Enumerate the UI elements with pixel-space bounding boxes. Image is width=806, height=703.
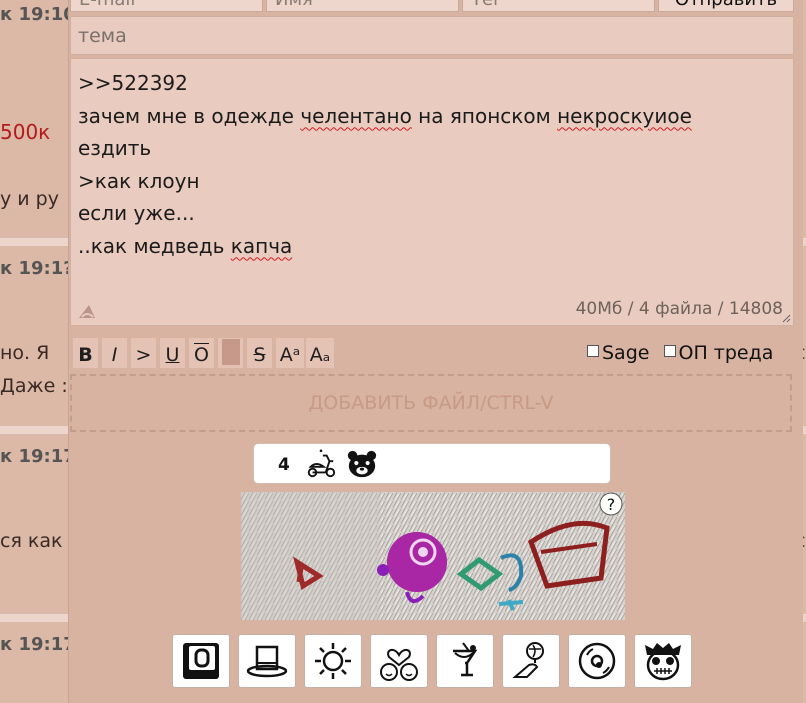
posting-form: E-mail Имя Тег Отправить тема >>522392 з… <box>68 0 803 703</box>
captcha-hint-box: 4 <box>253 443 611 484</box>
superscript-button[interactable]: Aᵃ <box>276 338 304 368</box>
captcha-option-2[interactable] <box>238 634 296 688</box>
captcha-option-4[interactable] <box>370 634 428 688</box>
post-fragment: Даже : <box>0 375 68 397</box>
hand-globe-icon <box>512 642 544 678</box>
post-time: к 19:1? <box>0 258 74 279</box>
name-field[interactable]: Имя <box>266 0 459 12</box>
message-line: если уже... <box>78 201 195 225</box>
top-hat-icon <box>246 645 288 678</box>
top-fields: E-mail Имя Тег Отправить <box>69 0 806 12</box>
skull-monster-icon <box>645 643 681 681</box>
add-file-dropzone[interactable]: ДОБАВИТЬ ФАЙЛ/CTRL-V <box>70 374 792 432</box>
post-fragment: но. Я <box>0 342 50 364</box>
captcha-image: ? <box>241 492 625 620</box>
subject-input[interactable]: тема <box>70 16 794 55</box>
captcha-option-7[interactable] <box>568 634 626 688</box>
scooter-icon <box>307 449 336 478</box>
bear-icon <box>347 450 377 478</box>
post-fragment: 500к <box>0 120 51 144</box>
spoiler-button[interactable] <box>218 338 243 368</box>
disc-icon <box>578 642 616 680</box>
message-line: >>522392 <box>78 71 188 95</box>
post-time: к 19:10 <box>0 4 76 25</box>
file-counter: 40Мб / 4 файла / 14808 <box>575 298 783 319</box>
oekaki-triangle-icon[interactable] <box>77 302 97 322</box>
resize-handle-icon[interactable] <box>781 313 791 323</box>
key-zero-icon <box>183 643 219 679</box>
captcha-remaining: 4 <box>278 455 290 475</box>
post-time: к 19:17 <box>0 446 76 467</box>
italic-button[interactable]: I <box>102 338 127 368</box>
post-time: к 19:17 <box>0 634 76 655</box>
quote-button[interactable]: > <box>131 338 156 368</box>
message-line: зачем мне в одежде челентано на японском… <box>78 103 692 128</box>
overline-button[interactable]: O <box>189 338 214 368</box>
cocktail-icon <box>453 642 478 677</box>
message-line: ..как медведь капча <box>78 233 293 258</box>
post-fragment: ся как <box>0 530 63 552</box>
sage-label: Sage <box>602 342 650 364</box>
underline-button[interactable]: U <box>160 338 185 368</box>
captcha-option-1[interactable] <box>172 634 230 688</box>
message-textarea[interactable]: >>522392 зачем мне в одежде челентано на… <box>70 58 794 326</box>
message-line: >как клоун <box>78 168 200 193</box>
subscript-button[interactable]: Aₐ <box>306 338 334 368</box>
op-label: ОП треда <box>678 342 774 364</box>
captcha-option-3[interactable] <box>304 634 362 688</box>
sun-icon <box>315 643 351 679</box>
post-fragment: у и ру <box>0 188 59 210</box>
post-options: Sage ОП треда <box>587 342 773 364</box>
submit-button[interactable]: Отправить <box>658 0 794 12</box>
captcha-option-6[interactable] <box>502 634 560 688</box>
bold-button[interactable]: B <box>73 338 98 368</box>
sage-checkbox[interactable] <box>587 345 599 357</box>
tag-field[interactable]: Тег <box>462 0 655 12</box>
message-line: ездить <box>78 136 152 160</box>
captcha-help-icon[interactable]: ? <box>607 495 616 514</box>
op-checkbox[interactable] <box>663 345 676 357</box>
email-field[interactable]: E-mail <box>70 0 263 12</box>
couple-hearts-icon <box>380 649 418 681</box>
captcha-option-8[interactable] <box>634 634 692 688</box>
strike-button[interactable]: S <box>247 338 272 368</box>
captcha-option-5[interactable] <box>436 634 494 688</box>
